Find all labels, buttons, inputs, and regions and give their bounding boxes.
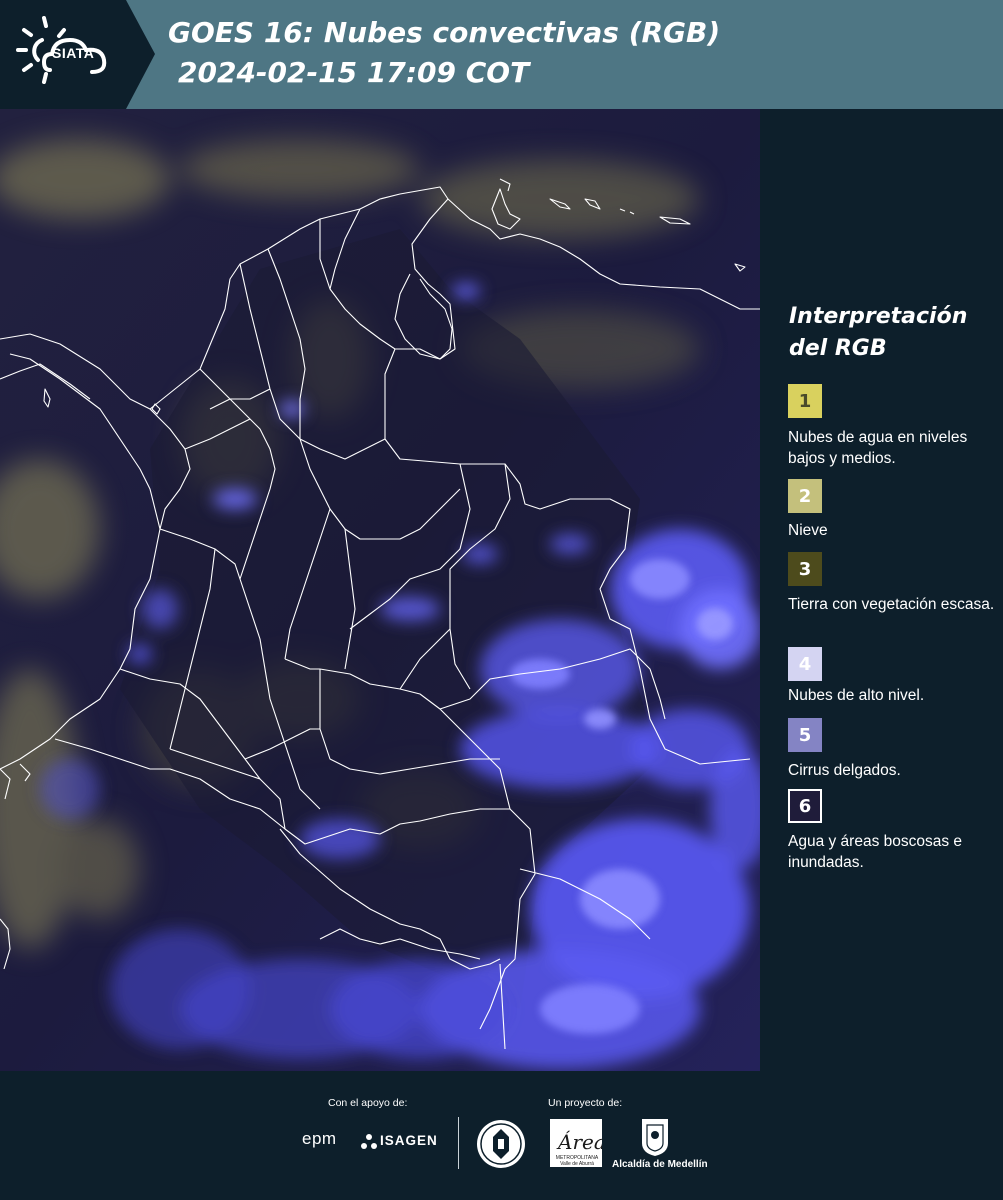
satellite-map [0, 109, 760, 1071]
legend-label-5: Cirrus delgados. [788, 762, 901, 779]
legend-label-2: Nieve [788, 522, 828, 539]
area-logo-text: Área [556, 1130, 602, 1154]
page-timestamp: 2024-02-15 17:09 COT [178, 56, 530, 89]
legend-swatch-number: 2 [798, 485, 812, 507]
rgb-legend: Interpretación del RGB 1 Nubes de agua e… [760, 109, 1003, 1071]
legend-swatch-number: 1 [798, 390, 812, 412]
medellin-seal-icon [477, 1120, 525, 1168]
legend-swatch-number: 3 [798, 558, 812, 580]
support-label: Con el apoyo de: [328, 1097, 408, 1109]
epm-logo: epm [302, 1129, 337, 1148]
area-metropolitana-label: METROPOLITANA Valle de Aburrá [555, 1155, 599, 1167]
siata-logo-text: SIATA [52, 45, 95, 61]
siata-logo: SIATA [0, 0, 155, 109]
header: SIATA GOES 16: Nubes convectivas (RGB) 2… [0, 0, 1003, 109]
legend-swatch-2: 2 [788, 479, 822, 513]
legend-swatch-3: 3 [788, 552, 822, 586]
alcaldia-label: Alcaldía de Medellín [612, 1159, 708, 1170]
isagen-logo: ISAGEN [380, 1133, 438, 1148]
legend-label-6: Agua y áreas boscosas e inundadas. [788, 833, 963, 871]
legend-swatch-number: 4 [798, 653, 812, 675]
isagen-icon [361, 1134, 377, 1149]
legend-swatch-4: 4 [788, 647, 822, 681]
satellite-image [0, 109, 760, 1071]
legend-swatch-number: 5 [798, 724, 812, 746]
legend-label-1: Nubes de agua en niveles bajos y medios. [788, 429, 968, 467]
legend-swatch-number: 6 [798, 795, 812, 817]
legend-swatch-6: 6 [788, 789, 822, 823]
project-label: Un proyecto de: [548, 1097, 623, 1109]
footer-divider [458, 1117, 459, 1169]
legend-label-4: Nubes de alto nivel. [788, 687, 925, 704]
legend-swatch-1: 1 [788, 384, 822, 418]
legend-swatch-5: 5 [788, 718, 822, 752]
page-title: GOES 16: Nubes convectivas (RGB) [168, 16, 721, 49]
legend-title: Interpretación del RGB [789, 304, 968, 361]
legend-label-3: Tierra con vegetación escasa. [788, 596, 995, 613]
alcaldia-shield-icon [642, 1119, 668, 1156]
footer: Con el apoyo de: Un proyecto de: epm ISA… [0, 1071, 1003, 1200]
